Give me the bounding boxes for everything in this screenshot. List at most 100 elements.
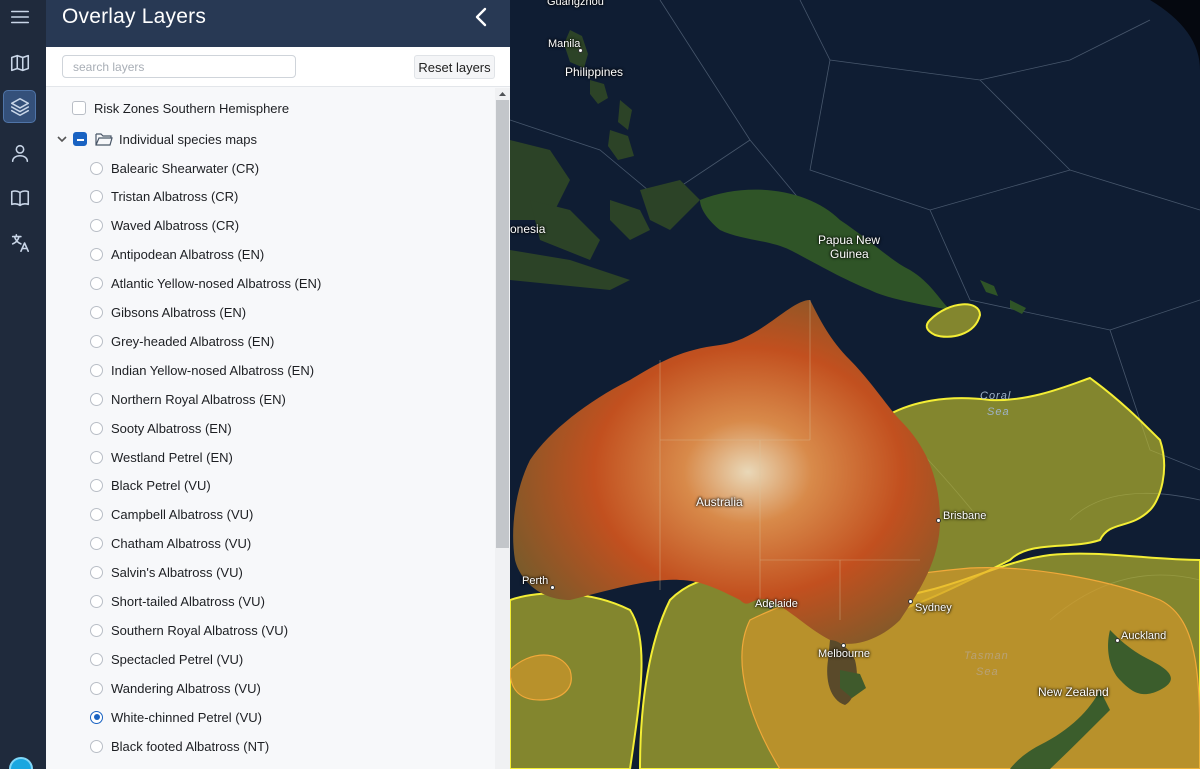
species-layer-item[interactable]: Grey-headed Albatross (EN) bbox=[90, 331, 274, 351]
menu-icon bbox=[10, 10, 29, 23]
layer-risk-zones[interactable]: Risk Zones Southern Hemisphere bbox=[72, 98, 289, 118]
label-philippines: Philippines bbox=[565, 65, 624, 79]
layer-label: Risk Zones Southern Hemisphere bbox=[94, 100, 290, 116]
species-radio[interactable] bbox=[90, 363, 103, 377]
map-view[interactable]: Guangzhou Manila Philippines onesia Papu… bbox=[510, 0, 1200, 769]
species-label: Northern Royal Albatross (EN) bbox=[111, 391, 286, 407]
layer-scrollbar[interactable] bbox=[495, 88, 510, 769]
app-logo-icon bbox=[9, 757, 33, 769]
map-icon bbox=[10, 54, 29, 71]
species-radio[interactable] bbox=[90, 219, 103, 233]
label-sydney: Sydney bbox=[915, 602, 952, 614]
species-label: Salvin's Albatross (VU) bbox=[111, 565, 243, 581]
user-button[interactable] bbox=[3, 136, 36, 169]
city-dot bbox=[1115, 638, 1120, 643]
species-radio[interactable] bbox=[90, 421, 103, 435]
label-papua-new: Papua New bbox=[818, 233, 881, 247]
chevron-down-icon[interactable] bbox=[56, 133, 68, 145]
reset-layers-button[interactable]: Reset layers bbox=[414, 55, 495, 79]
species-label: Balearic Shearwater (CR) bbox=[111, 160, 260, 176]
layer-toolbar: Reset layers bbox=[46, 47, 510, 87]
panel-title: Overlay Layers bbox=[62, 5, 207, 28]
species-radio[interactable] bbox=[90, 248, 103, 262]
species-layer-item[interactable]: Campbell Albatross (VU) bbox=[90, 505, 253, 525]
species-radio[interactable] bbox=[90, 537, 103, 551]
map-button[interactable] bbox=[3, 46, 36, 79]
label-indonesia: onesia bbox=[510, 222, 546, 236]
species-layer-item[interactable]: Spectacled Petrel (VU) bbox=[90, 649, 243, 669]
collapse-panel-button[interactable] bbox=[470, 5, 494, 29]
species-radio[interactable] bbox=[90, 652, 103, 666]
species-label: Sooty Albatross (EN) bbox=[111, 420, 232, 436]
layers-icon bbox=[10, 97, 29, 116]
species-radio[interactable] bbox=[90, 739, 103, 753]
search-input[interactable] bbox=[62, 55, 296, 78]
label-tasman: Tasman bbox=[964, 650, 1009, 662]
group-label: Individual species maps bbox=[119, 131, 258, 147]
species-layer-item[interactable]: Tristan Albatross (CR) bbox=[90, 187, 238, 207]
species-radio[interactable] bbox=[90, 450, 103, 464]
species-layer-item[interactable]: Antipodean Albatross (EN) bbox=[90, 245, 264, 265]
panel-header: Overlay Layers bbox=[46, 0, 510, 47]
label-auckland: Auckland bbox=[1121, 630, 1167, 642]
label-coral-sea: Sea bbox=[987, 406, 1010, 418]
species-label: Waved Albatross (CR) bbox=[111, 218, 240, 234]
species-layer-item[interactable]: Indian Yellow-nosed Albatross (EN) bbox=[90, 360, 314, 380]
species-label: Wandering Albatross (VU) bbox=[111, 680, 261, 696]
species-layer-item[interactable]: Balearic Shearwater (CR) bbox=[90, 158, 259, 178]
folder-open-icon bbox=[95, 132, 113, 146]
species-layer-item[interactable]: Salvin's Albatross (VU) bbox=[90, 563, 243, 583]
species-radio[interactable] bbox=[90, 508, 103, 522]
layer-checkbox[interactable] bbox=[72, 101, 86, 115]
species-radio[interactable] bbox=[90, 306, 103, 319]
species-layer-item[interactable]: Westland Petrel (EN) bbox=[90, 447, 233, 467]
species-layer-item[interactable]: Southern Royal Albatross (VU) bbox=[90, 620, 288, 640]
label-melbourne: Melbourne bbox=[818, 648, 870, 660]
language-button[interactable] bbox=[3, 226, 36, 259]
city-dot bbox=[908, 599, 913, 604]
layers-button[interactable] bbox=[3, 90, 36, 123]
species-radio[interactable] bbox=[90, 277, 103, 291]
species-label: Antipodean Albatross (EN) bbox=[111, 247, 265, 263]
guide-button[interactable] bbox=[3, 181, 36, 214]
species-label: Westland Petrel (EN) bbox=[111, 449, 233, 465]
species-layer-item[interactable]: Atlantic Yellow-nosed Albatross (EN) bbox=[90, 274, 321, 294]
species-label: Atlantic Yellow-nosed Albatross (EN) bbox=[111, 276, 322, 292]
scroll-thumb[interactable] bbox=[496, 100, 509, 548]
chevron-left-icon bbox=[475, 7, 487, 27]
species-layer-item[interactable]: Waved Albatross (CR) bbox=[90, 216, 239, 236]
species-radio[interactable] bbox=[90, 595, 103, 608]
species-layer-item[interactable]: Northern Royal Albatross (EN) bbox=[90, 389, 286, 409]
icon-rail bbox=[0, 0, 46, 769]
group-individual-species[interactable]: Individual species maps bbox=[56, 129, 257, 149]
species-radio[interactable] bbox=[90, 479, 103, 493]
label-guangzhou: Guangzhou bbox=[547, 0, 604, 8]
species-label: Black footed Albatross (NT) bbox=[111, 738, 270, 754]
species-layer-item[interactable]: Chatham Albatross (VU) bbox=[90, 534, 251, 554]
label-australia: Australia bbox=[696, 495, 743, 509]
translate-icon bbox=[11, 233, 29, 252]
layer-tree: Risk Zones Southern Hemisphere Individua… bbox=[46, 88, 495, 769]
species-label: Southern Royal Albatross (VU) bbox=[111, 622, 289, 638]
group-checkbox[interactable] bbox=[73, 132, 87, 146]
species-layer-item[interactable]: Black Petrel (VU) bbox=[90, 476, 211, 496]
species-radio[interactable] bbox=[90, 623, 103, 637]
book-icon bbox=[10, 189, 29, 206]
scroll-up-icon[interactable] bbox=[498, 89, 507, 99]
species-radio[interactable] bbox=[90, 334, 103, 348]
species-radio[interactable] bbox=[90, 161, 103, 175]
label-perth: Perth bbox=[522, 575, 549, 587]
species-layer-item[interactable]: Short-tailed Albatross (VU) bbox=[90, 592, 265, 612]
species-layer-item[interactable]: Gibsons Albatross (EN) bbox=[90, 303, 246, 323]
label-adelaide: Adelaide bbox=[755, 598, 798, 610]
species-radio[interactable] bbox=[90, 566, 103, 580]
species-layer-item[interactable]: White-chinned Petrel (VU) bbox=[90, 707, 262, 727]
species-radio[interactable] bbox=[90, 190, 103, 204]
species-layer-item[interactable]: Sooty Albatross (EN) bbox=[90, 418, 232, 438]
species-radio[interactable] bbox=[90, 681, 103, 695]
species-layer-item[interactable]: Black footed Albatross (NT) bbox=[90, 736, 269, 756]
species-radio[interactable] bbox=[90, 710, 103, 724]
species-radio[interactable] bbox=[90, 392, 103, 406]
menu-button[interactable] bbox=[3, 0, 36, 33]
species-layer-item[interactable]: Wandering Albatross (VU) bbox=[90, 678, 261, 698]
